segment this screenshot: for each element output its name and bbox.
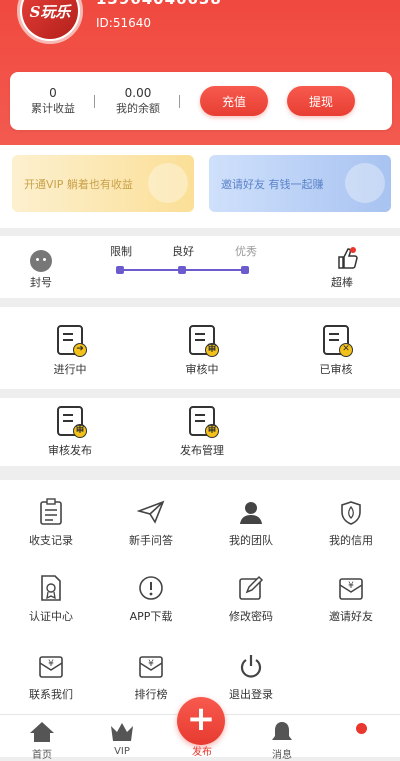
level-marker [116,266,124,274]
menu-verification-center[interactable]: 认证中心 [22,574,80,624]
publish-section: 审 审核发布 审 发布管理 [0,398,400,466]
yen-envelope-icon: ¥ [337,574,365,602]
home-icon [30,722,54,742]
invite-banner[interactable]: 邀请好友 有钱一起赚 [209,155,391,212]
lotus-shield-icon [337,498,365,526]
menu-beginner-qa[interactable]: 新手问答 [122,498,180,548]
notification-dot [356,723,367,734]
svg-text:¥: ¥ [348,581,354,591]
publish-management[interactable]: 审 发布管理 [170,406,234,458]
doc-arrow-icon: ➜ [57,325,87,357]
tab-vip[interactable]: VIP [106,721,138,757]
withdraw-button[interactable]: 提现 [287,86,355,116]
recharge-button[interactable]: 充值 [200,86,268,116]
team-icon [237,498,265,526]
level-marker [241,266,249,274]
cumulative-income: 0 累计收益 [31,86,75,115]
level-excellent: 优秀 [235,245,257,258]
yen-envelope-icon: ¥ [137,652,165,680]
yen-envelope-icon: ¥ [37,652,65,680]
crown-icon [111,723,133,741]
task-under-review[interactable]: 审 审核中 [174,325,230,377]
user-phone: 13964046638 [96,0,222,8]
menu-logout[interactable]: 退出登录 [222,652,280,702]
puzzle-decoration-icon [148,163,188,203]
level-good: 良好 [172,245,194,258]
review-publish[interactable]: 审 审核发布 [38,406,102,458]
tab-publish-label: 发布 [192,747,212,758]
edit-icon [237,574,265,602]
sad-face-icon [30,250,52,272]
menu-grid: 收支记录 新手问答 我的团队 我的信用 认证中心 APP下载 修改密码 ¥ 邀请… [0,480,400,714]
doc-coin-icon: 审 [189,406,219,438]
menu-my-team[interactable]: 我的团队 [222,498,280,548]
menu-app-download[interactable]: APP下载 [122,574,180,624]
task-in-progress[interactable]: ➜ 进行中 [42,325,98,377]
level-marker [178,266,186,274]
svg-text:¥: ¥ [48,659,54,669]
clipboard-icon [37,498,65,526]
menu-leaderboard[interactable]: ¥ 排行榜 [122,652,180,702]
certificate-icon [37,574,65,602]
user-id: ID:51640 [96,16,151,30]
excellent-label: 超棒 [331,276,353,289]
task-status-section: ➜ 进行中 审 审核中 ✕ 已审核 [0,307,400,389]
level-limited: 限制 [110,245,132,258]
menu-my-credit[interactable]: 我的信用 [322,498,380,548]
menu-invite-friends[interactable]: ¥ 邀请好友 [322,574,380,624]
power-icon [237,652,265,680]
doc-x-icon: ✕ [323,325,353,357]
people-decoration-icon [345,163,385,203]
menu-contact-us[interactable]: ¥ 联系我们 [22,652,80,702]
publish-button[interactable]: + [177,697,225,745]
vip-banner[interactable]: 开通VIP 躺着也有收益 [12,155,194,212]
app-logo: S玩乐 [22,0,78,39]
profile-header: S玩乐 13964046638 ID:51640 0 累计收益 0.00 我的余… [0,0,400,145]
info-circle-icon [137,574,165,602]
tab-messages[interactable]: 消息 [266,721,298,761]
credit-level-section: 封号 限制 良好 优秀 超棒 [0,236,400,298]
banned-label: 封号 [30,276,52,289]
bell-icon [272,722,292,740]
thumbs-up-icon [336,246,358,270]
menu-change-password[interactable]: 修改密码 [222,574,280,624]
wallet-card: 0 累计收益 0.00 我的余额 充值 提现 [10,72,392,130]
avatar[interactable]: S玩乐 [17,0,83,44]
task-reviewed[interactable]: ✕ 已审核 [308,325,364,377]
tab-home[interactable]: 首页 [26,721,58,761]
promo-banners: 开通VIP 躺着也有收益 邀请好友 有钱一起赚 [0,145,400,228]
my-balance: 0.00 我的余额 [116,86,160,115]
doc-coin-icon: 审 [57,406,87,438]
svg-text:¥: ¥ [148,659,154,669]
divider [94,95,95,108]
menu-income-records[interactable]: 收支记录 [22,498,80,548]
doc-coin-icon: 审 [189,325,219,357]
divider [179,95,180,108]
paper-plane-icon [137,498,165,526]
